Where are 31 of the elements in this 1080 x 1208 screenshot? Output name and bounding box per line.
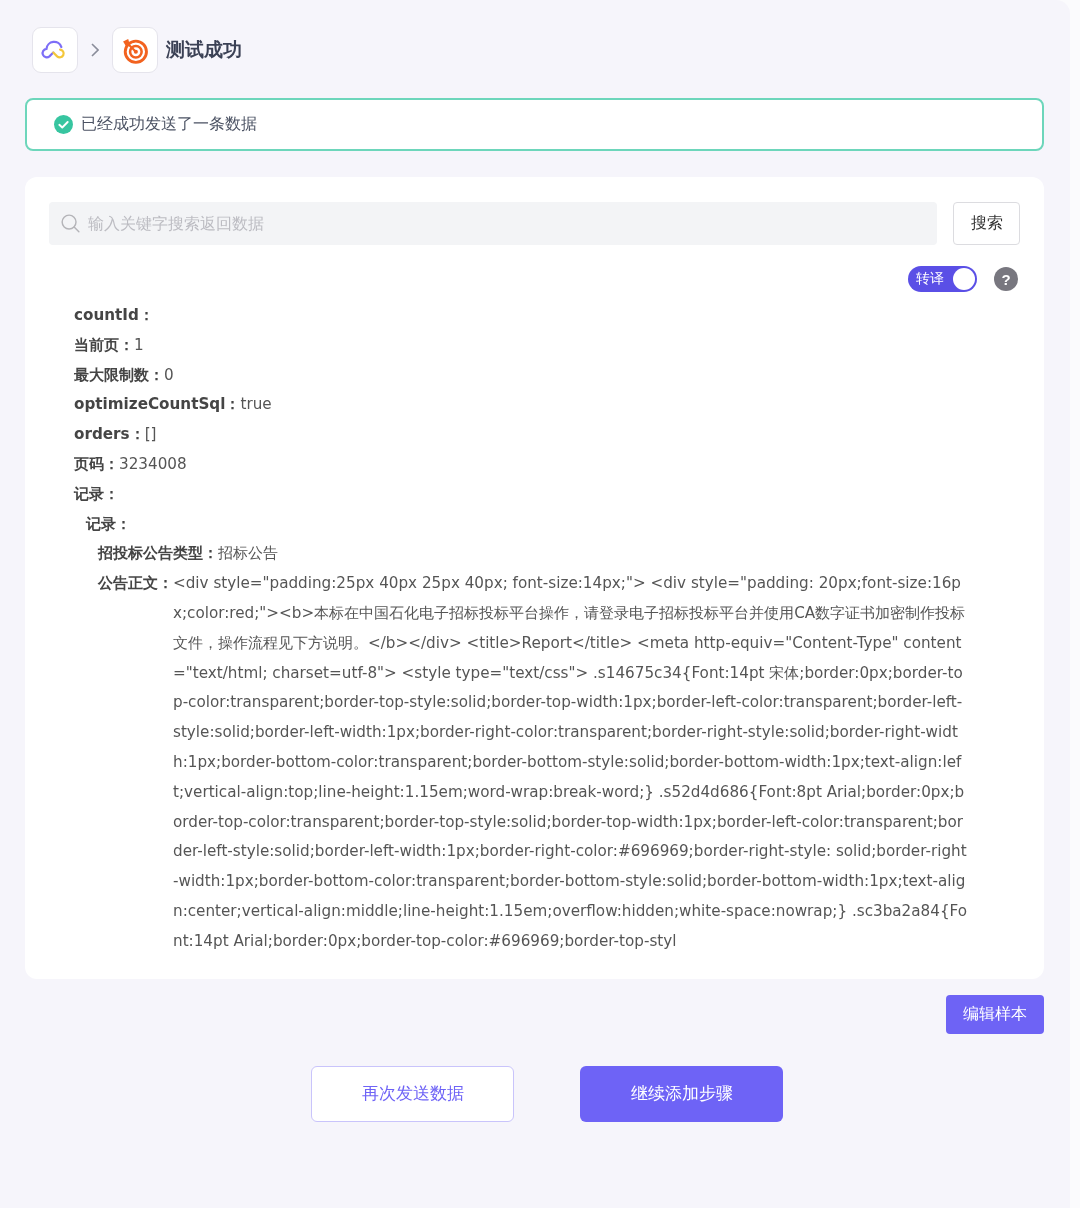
field-label: 记录： [86, 513, 131, 535]
field-value: 招标公告 [218, 543, 278, 565]
field-value: <div style="padding:25px 40px 25px 40px; font-size:14px;"> <div style="padding: 20px;font-size:16px;color:red;"><b>本标在中国石化电子招标投标平台操作，请登录电子招标投标平台并使用CA数字证书加密制作投标文件，操作流程见下方说明。</b></div> <title>Report</title> <meta http-equiv="Content-Type" content="text/html; charset=utf-8"> <style type="text/css"> .s14675c34{Font:14pt 宋体;border:0px;border-top-color:transparent;border-top-style:solid;border-top-width:1px;border-left-color:transparent;border-left-style:solid;border-left-width:1px;border-right-color:transparent;border-right-style:solid;border-right-width:1px;border-bottom-color:transparent;border-bottom-style:solid;border-bottom-width:1px;text-align:left;vertical-align:top;line-height:1.15em;word-wrap:break-word;} .s52d4d686{Font:8pt Arial;border:0px;border-top-color:transparent;border-top-style:solid;border-top-width:1px;border-left-color:transparent;border-left-style:solid;border-left-width:1px;border-right-color:#696969;border-right-style: solid;border-right-width:1px;border-bottom-color:transparent;border-bottom-style:solid;border-bottom-width:1px;text-align:center;vertical-align:middle;line-height:1.15em;overflow:hidden;white-space:nowrap;} .sc3ba2a84{Font:14pt Arial;border:0px;border-top-color:#696969;border-top-styl [173, 573, 968, 952]
search-button[interactable]: 搜索 [953, 202, 1020, 245]
target-icon[interactable] [112, 27, 158, 73]
search-icon [61, 214, 80, 233]
help-button[interactable]: ? [994, 267, 1018, 291]
field-label: 记录： [74, 483, 119, 505]
field-value: 0 [164, 364, 174, 386]
field-value: true [240, 394, 272, 416]
alert-message: 已经成功发送了一条数据 [81, 114, 257, 134]
field-label: optimizeCountSql： [74, 394, 241, 416]
field-label: countId： [74, 305, 154, 326]
page-title: 测试成功 [166, 38, 242, 62]
field-value: 3234008 [119, 454, 187, 475]
toggle-knob-icon [953, 268, 975, 290]
field-value: [] [144, 424, 157, 446]
field-label: 最大限制数： [74, 364, 164, 386]
translate-toggle[interactable]: 转译 [908, 266, 977, 292]
field-label: orders： [74, 424, 145, 446]
primary-action-button[interactable]: 继续添加步骤 [580, 1065, 783, 1122]
edit-sample-button[interactable]: 编辑样本 [946, 994, 1044, 1034]
field-value: 1 [134, 334, 144, 356]
check-circle-icon [54, 115, 73, 134]
secondary-action-button[interactable]: 再次发送数据 [311, 1065, 514, 1122]
field-label: 当前页： [74, 334, 134, 356]
chevron-right-icon [91, 43, 99, 57]
field-label: 招投标公告类型： [98, 543, 218, 565]
field-label: 公告正文： [98, 573, 173, 595]
cloud-logo-icon[interactable] [32, 27, 78, 73]
field-label: 页码： [74, 454, 119, 475]
